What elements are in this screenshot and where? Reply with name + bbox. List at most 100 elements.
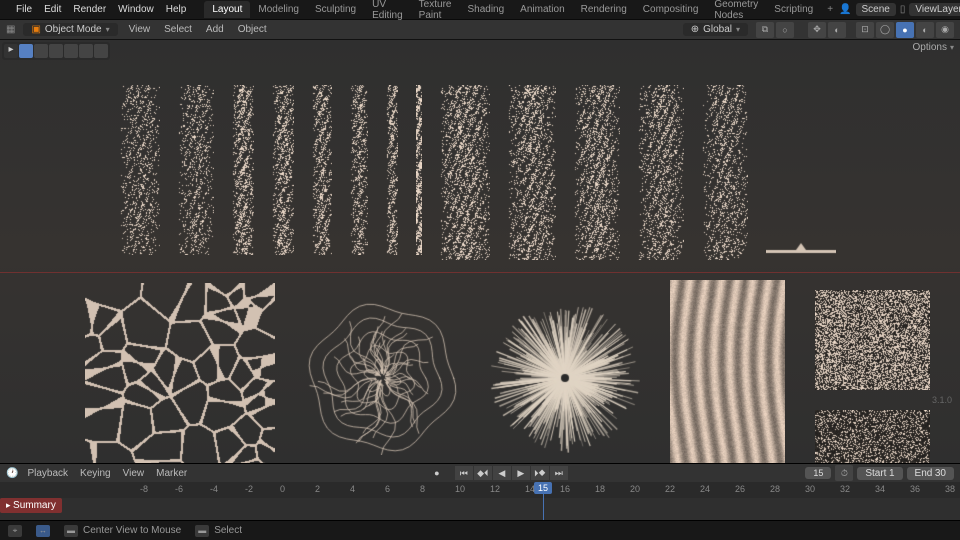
workspace-tab-shading[interactable]: Shading: [459, 1, 512, 18]
status-hint: ▬Center View to Mouse: [64, 525, 181, 537]
top-menubar: FileEditRenderWindowHelp LayoutModelingS…: [0, 0, 960, 20]
tick: 26: [735, 484, 745, 494]
select-tool-icon[interactable]: [19, 44, 33, 58]
menu-window[interactable]: Window: [112, 2, 160, 17]
tick: 20: [630, 484, 640, 494]
workspace-tab-compositing[interactable]: Compositing: [635, 1, 707, 18]
overlay-icon[interactable]: ◐: [828, 22, 846, 38]
start-frame-field[interactable]: Start 1: [857, 467, 902, 480]
timeline-body[interactable]: ▸ Summary: [0, 498, 960, 520]
tick: -8: [140, 484, 148, 494]
timeline-menu-playback[interactable]: Playback: [24, 467, 71, 480]
autokey-icon[interactable]: ●: [428, 466, 446, 480]
workspace-tabs: LayoutModelingSculptingUV EditingTexture…: [204, 0, 821, 24]
scene-selector[interactable]: Scene: [856, 3, 896, 16]
material-shading-icon[interactable]: ◐: [916, 22, 934, 38]
solid-shading-icon[interactable]: ●: [896, 22, 914, 38]
brush-stroke: [232, 85, 254, 255]
header-menu-add[interactable]: Add: [203, 23, 227, 36]
brush-stroke: [120, 85, 160, 255]
workspace-tab-texture-paint[interactable]: Texture Paint: [411, 0, 460, 24]
layer-icon: ▯: [900, 4, 906, 15]
tick: 28: [770, 484, 780, 494]
tool-icon[interactable]: [64, 44, 78, 58]
version-label: 3.1.0: [932, 395, 952, 405]
preview-range-icon[interactable]: ⏱: [835, 465, 853, 481]
texture-samples: [85, 280, 920, 463]
tool-icon[interactable]: [34, 44, 48, 58]
mode-dropdown[interactable]: ▣ Object Mode▾: [23, 23, 117, 36]
rendered-shading-icon[interactable]: ◉: [936, 22, 954, 38]
status-bar: ⌖ ↔ ▬Center View to Mouse ▬Select: [0, 520, 960, 540]
workspace-tab-animation[interactable]: Animation: [512, 1, 572, 18]
add-workspace-button[interactable]: +: [821, 2, 839, 17]
brush-stroke: [416, 85, 422, 255]
end-frame-field[interactable]: End 30: [907, 467, 954, 480]
tick: 38: [945, 484, 955, 494]
tick: 30: [805, 484, 815, 494]
mouse-icon: ⌖: [8, 525, 22, 537]
jump-end-icon[interactable]: ⏭: [550, 466, 568, 480]
options-dropdown[interactable]: Options▾: [913, 42, 954, 53]
workspace-tab-rendering[interactable]: Rendering: [573, 1, 635, 18]
header-menu-select[interactable]: Select: [161, 23, 195, 36]
jump-start-icon[interactable]: ⏮: [455, 466, 473, 480]
brush-stroke: [312, 85, 332, 255]
timeline-menu-view[interactable]: View: [120, 467, 148, 480]
gizmo-icon[interactable]: ✥: [808, 22, 826, 38]
horizon-line: [0, 272, 960, 273]
tick: -4: [210, 484, 218, 494]
play-reverse-icon[interactable]: ◀: [493, 466, 511, 480]
tick: 10: [455, 484, 465, 494]
xray-icon[interactable]: ⊡: [856, 22, 874, 38]
timeline-icon[interactable]: 🕐: [6, 468, 18, 479]
brush-stroke: [350, 85, 368, 255]
tool-icon[interactable]: [94, 44, 108, 58]
menu-help[interactable]: Help: [160, 2, 193, 17]
header-menu-view[interactable]: View: [126, 23, 154, 36]
tick: 24: [700, 484, 710, 494]
3d-viewport[interactable]: ▸ Options▾ 3.1.0: [0, 40, 960, 463]
workspace-tab-scripting[interactable]: Scripting: [766, 1, 821, 18]
workspace-tab-uv-editing[interactable]: UV Editing: [364, 0, 411, 24]
brush-strokes: [120, 80, 900, 255]
radial-web-texture: [305, 300, 460, 455]
fiber-texture: [670, 280, 785, 463]
keyframe-next-icon[interactable]: ⏵◆: [531, 466, 549, 480]
cursor-tool-icon[interactable]: ▸: [4, 44, 18, 58]
tick: 6: [385, 484, 390, 494]
keyframe-prev-icon[interactable]: ◆⏴: [474, 466, 492, 480]
status-hint: ▬Select: [195, 525, 242, 537]
timeline-menu-marker[interactable]: Marker: [153, 467, 190, 480]
menu-edit[interactable]: Edit: [38, 2, 67, 17]
workspace-tab-layout[interactable]: Layout: [204, 1, 250, 18]
tool-icon[interactable]: [79, 44, 93, 58]
current-frame-field[interactable]: 15: [805, 467, 831, 479]
timeline-editor: 🕐 Playback Keying View Marker ● ⏮ ◆⏴ ◀ ▶ ⏵◆…: [0, 463, 960, 520]
viewlayer-selector[interactable]: ViewLayer: [909, 3, 960, 16]
menu-file[interactable]: File: [10, 2, 38, 17]
brush-stroke: [386, 85, 398, 255]
brush-stroke: [440, 85, 490, 255]
wireframe-shading-icon[interactable]: ◯: [876, 22, 894, 38]
workspace-tab-modeling[interactable]: Modeling: [250, 1, 307, 18]
proportional-icon[interactable]: ○: [776, 22, 794, 38]
workspace-tab-sculpting[interactable]: Sculpting: [307, 1, 364, 18]
timeline-menu-keying[interactable]: Keying: [77, 467, 114, 480]
scene-icon: 👤: [839, 4, 851, 15]
header-menu-object[interactable]: Object: [235, 23, 270, 36]
brush-stroke: [702, 85, 748, 255]
tool-icon[interactable]: [49, 44, 63, 58]
summary-channel[interactable]: ▸ Summary: [0, 498, 62, 513]
brush-stroke: [178, 85, 214, 255]
menu-render[interactable]: Render: [67, 2, 112, 17]
orientation-dropdown[interactable]: ⊕Global▾: [683, 23, 748, 36]
timeline-ruler[interactable]: 15 -8-6-4-202468101214161820222426283032…: [0, 482, 960, 498]
snap-icon[interactable]: ⧉: [756, 22, 774, 38]
tool-shelf: ▸: [2, 42, 110, 60]
tick: 32: [840, 484, 850, 494]
editor-type-icon[interactable]: ▦: [6, 24, 15, 35]
tick: 14: [525, 484, 535, 494]
play-icon[interactable]: ▶: [512, 466, 530, 480]
workspace-tab-geometry-nodes[interactable]: Geometry Nodes: [706, 0, 766, 24]
